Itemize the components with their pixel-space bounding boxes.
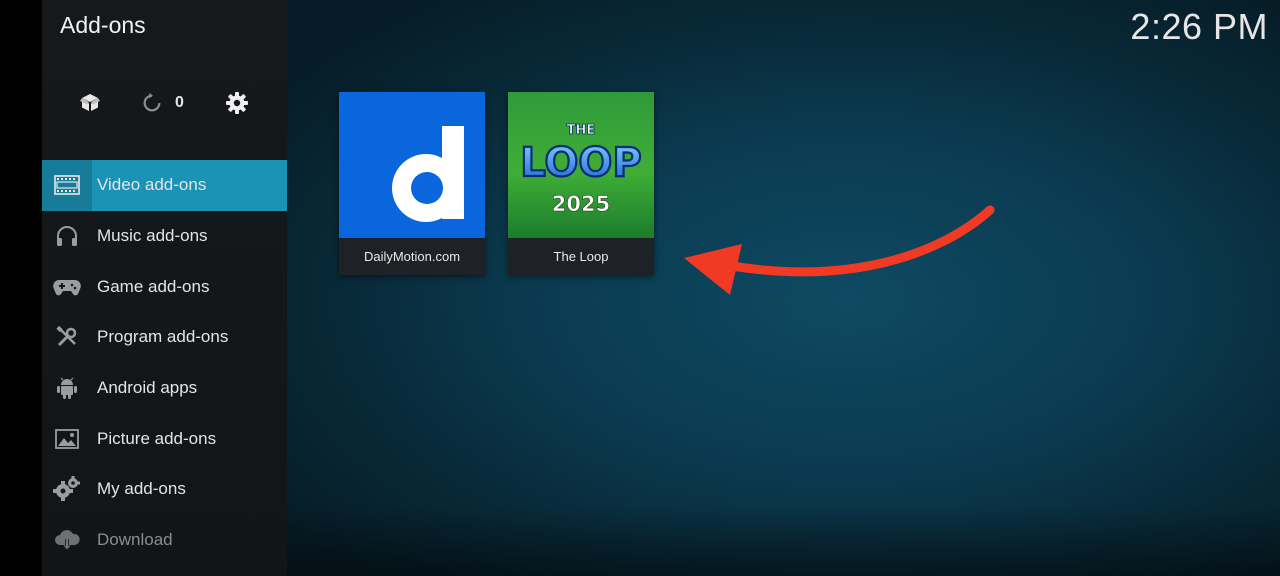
picture-icon: [42, 413, 92, 464]
sidebar-item-video-addons[interactable]: Video add-ons: [42, 160, 287, 211]
sidebar-item-program-addons[interactable]: Program add-ons: [42, 312, 287, 363]
android-icon: [42, 363, 92, 414]
refresh-icon[interactable]: [137, 88, 167, 118]
clock: 2:26 PM: [1130, 6, 1268, 47]
film-icon: [42, 160, 92, 211]
red-arrow-annotation: [684, 205, 995, 295]
sidebar-item-music-addons[interactable]: Music add-ons: [42, 211, 287, 262]
update-count: 0: [175, 94, 184, 111]
dailymotion-logo: [339, 92, 485, 238]
top-icon-bar: 0: [0, 88, 287, 122]
gamepad-icon: [42, 261, 92, 312]
sidebar-item-label: Program add-ons: [97, 327, 229, 347]
loop-logo-top-text: THE: [567, 123, 596, 138]
sidebar-item-android-apps[interactable]: Android apps: [42, 363, 287, 414]
headphones-icon: [42, 211, 92, 262]
sidebar-item-picture-addons[interactable]: Picture add-ons: [42, 413, 287, 464]
addon-tile-caption: The Loop: [553, 249, 609, 264]
addon-tile-the-loop[interactable]: THE LOOP 2025 The Loop: [508, 92, 654, 275]
sidebar-item-label: Game add-ons: [97, 276, 210, 296]
gear-icon[interactable]: [222, 88, 252, 118]
sidebar-item-label: My add-ons: [97, 479, 186, 499]
sidebar-item-label: Music add-ons: [97, 226, 208, 246]
page-title: Add-ons: [60, 12, 146, 38]
sidebar-item-game-addons[interactable]: Game add-ons: [42, 261, 287, 312]
cloud-download-icon: [42, 515, 92, 566]
sidebar-item-label: Android apps: [97, 378, 198, 398]
addon-tile-caption: DailyMotion.com: [363, 249, 461, 264]
addon-box-icon[interactable]: [75, 88, 105, 118]
loop-logo-main-text: LOOP: [520, 140, 641, 186]
sidebar-item-label: Picture add-ons: [97, 428, 217, 448]
the-loop-logo: THE LOOP 2025: [508, 92, 654, 238]
sidebar-item-my-addons[interactable]: My add-ons: [42, 464, 287, 515]
addon-tile-dailymotion[interactable]: DailyMotion.com: [339, 92, 485, 275]
sidebar-item-label: Download: [97, 530, 173, 550]
category-menu: Video add-ons Music add-ons Game add-ons: [42, 160, 287, 566]
tools-icon: [42, 312, 92, 363]
left-border: [0, 0, 42, 576]
sidebar-item-download[interactable]: Download: [42, 515, 287, 566]
loop-logo-year-text: 2025: [552, 192, 610, 216]
gears-icon: [42, 464, 92, 515]
sidebar-item-label: Video add-ons: [97, 175, 207, 195]
